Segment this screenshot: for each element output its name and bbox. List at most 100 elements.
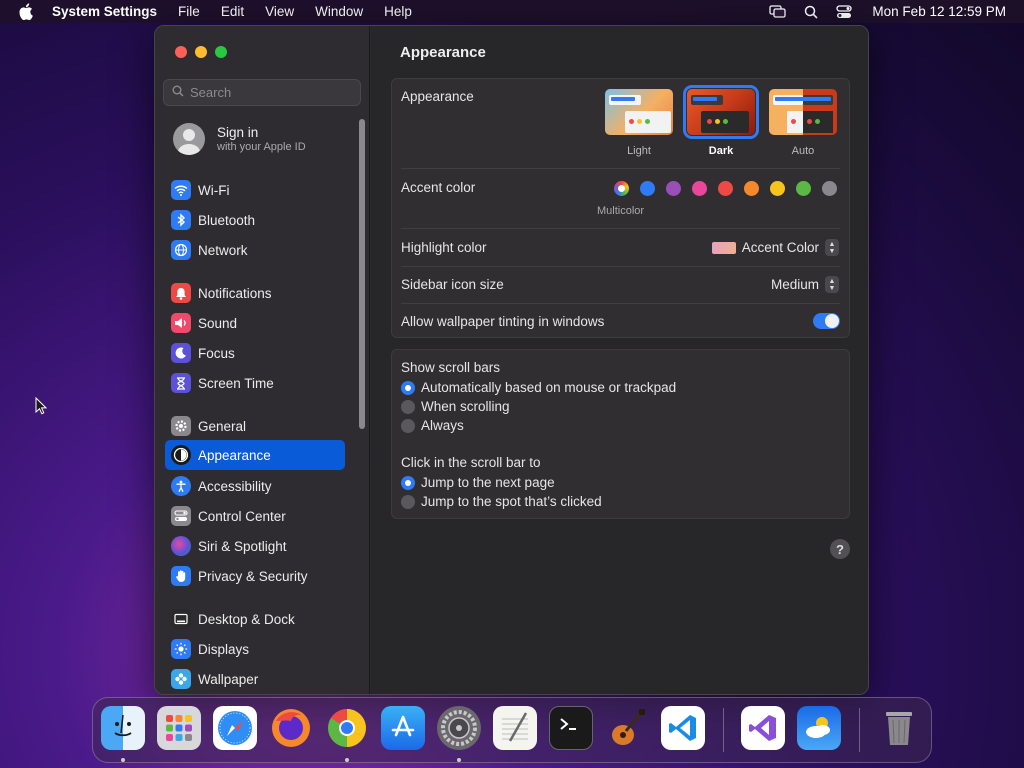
vscode-icon[interactable] [661, 706, 705, 750]
garageband-icon[interactable] [605, 706, 649, 750]
accessibility-icon [171, 476, 191, 496]
scroll-bars-panel: Show scroll bars Automatically based on … [391, 349, 850, 519]
help-button[interactable]: ? [830, 539, 850, 559]
apple-id-signin[interactable]: Sign in with your Apple ID [173, 123, 306, 155]
scrollbar-option-automatic[interactable]: Automatically based on mouse or trackpad [401, 380, 676, 395]
firefox-icon[interactable] [269, 706, 313, 750]
sidebar-item-control-center[interactable]: Control Center [165, 502, 345, 530]
accent-red[interactable] [718, 181, 733, 196]
launchpad-icon[interactable] [157, 706, 201, 750]
sidebar-item-screen-time[interactable]: Screen Time [165, 369, 345, 397]
system-settings-window: Sign in with your Apple ID Wi-Fi Bluetoo… [154, 25, 869, 695]
sidebar-scrollbar[interactable] [359, 119, 365, 429]
click-scroll-bar-label: Click in the scroll bar to [401, 455, 541, 470]
menu-help[interactable]: Help [384, 4, 412, 19]
screen-mirroring-icon[interactable] [769, 4, 787, 19]
textedit-icon[interactable] [493, 706, 537, 750]
menu-app-name[interactable]: System Settings [52, 4, 157, 19]
running-indicator [457, 758, 461, 762]
sidebar-item-desktop-dock[interactable]: Desktop & Dock [165, 605, 345, 633]
mode-dark[interactable]: Dark [683, 85, 759, 157]
highlight-color-label: Highlight color [401, 240, 487, 255]
minimize-button[interactable] [195, 46, 207, 58]
system-settings-icon[interactable] [437, 706, 481, 750]
wallpaper-tinting-toggle[interactable] [813, 313, 840, 329]
accent-blue[interactable] [640, 181, 655, 196]
terminal-icon[interactable] [549, 706, 593, 750]
sidebar-item-wifi[interactable]: Wi-Fi [165, 176, 345, 204]
control-center-icon[interactable] [836, 4, 853, 19]
close-button[interactable] [175, 46, 187, 58]
sidebar-item-siri-spotlight[interactable]: Siri & Spotlight [165, 532, 345, 560]
sidebar-item-label: Focus [198, 345, 235, 361]
sidebar-item-wallpaper[interactable]: Wallpaper [165, 665, 345, 693]
hourglass-icon [171, 373, 191, 393]
weather-icon[interactable] [797, 706, 841, 750]
finder-icon[interactable] [101, 706, 145, 750]
radio-button[interactable] [401, 494, 415, 509]
dock [92, 697, 932, 763]
sidebar-item-label: Sound [198, 315, 238, 331]
mode-light[interactable]: Light [603, 89, 675, 157]
appearance-label: Appearance [401, 89, 474, 104]
highlight-swatch [711, 241, 736, 254]
highlight-color-popup[interactable]: Accent Color ▲ ▼ [711, 239, 839, 256]
sidebar-item-displays[interactable]: Displays [165, 635, 345, 663]
sidebar-item-label: Screen Time [198, 375, 274, 391]
speaker-icon [171, 313, 191, 333]
accent-orange[interactable] [744, 181, 759, 196]
accent-pink[interactable] [692, 181, 707, 196]
sidebar-item-sound[interactable]: Sound [165, 309, 345, 337]
accent-yellow[interactable] [770, 181, 785, 196]
menu-file[interactable]: File [178, 4, 200, 19]
menu-bar: System Settings File Edit View Window He… [0, 0, 1024, 23]
search-field[interactable] [163, 79, 361, 106]
apple-icon[interactable] [18, 3, 38, 20]
dock-separator [723, 708, 724, 752]
divider [401, 168, 840, 169]
sidebar-item-bluetooth[interactable]: Bluetooth [165, 206, 345, 234]
accent-multicolor[interactable] [614, 181, 629, 196]
safari-icon[interactable] [213, 706, 257, 750]
radio-button[interactable] [401, 380, 415, 395]
click-option-spot-clicked[interactable]: Jump to the spot that’s clicked [401, 494, 602, 509]
visual-studio-icon[interactable] [741, 706, 785, 750]
sidebar-icon-size-popup[interactable]: Medium ▲ ▼ [771, 276, 839, 293]
sidebar-item-notifications[interactable]: Notifications [165, 279, 345, 307]
menu-window[interactable]: Window [315, 4, 363, 19]
gear-icon [171, 416, 191, 436]
zoom-button[interactable] [215, 46, 227, 58]
sidebar-item-label: Accessibility [198, 478, 272, 494]
signin-subtitle: with your Apple ID [217, 141, 306, 153]
menu-clock[interactable]: Mon Feb 12 12:59 PM [872, 4, 1006, 19]
accent-green[interactable] [796, 181, 811, 196]
mode-auto[interactable]: Auto [767, 89, 839, 157]
radio-button[interactable] [401, 475, 415, 490]
accent-purple[interactable] [666, 181, 681, 196]
scrollbar-option-when-scrolling[interactable]: When scrolling [401, 399, 510, 414]
bluetooth-icon [171, 210, 191, 230]
sidebar-item-network[interactable]: Network [165, 236, 345, 264]
app-store-icon[interactable] [381, 706, 425, 750]
menu-edit[interactable]: Edit [221, 4, 244, 19]
click-option-next-page[interactable]: Jump to the next page [401, 475, 555, 490]
sidebar-item-focus[interactable]: Focus [165, 339, 345, 367]
chrome-icon[interactable] [325, 706, 369, 750]
trash-icon[interactable] [877, 706, 921, 750]
sidebar-item-label: Bluetooth [198, 212, 256, 228]
sidebar-item-label: Network [198, 242, 248, 258]
accent-graphite[interactable] [822, 181, 837, 196]
menu-view[interactable]: View [265, 4, 294, 19]
sidebar-item-accessibility[interactable]: Accessibility [165, 472, 345, 500]
sidebar-item-general[interactable]: General [165, 412, 345, 440]
search-icon[interactable] [804, 5, 818, 19]
sidebar-item-label: General [198, 418, 247, 434]
sidebar-item-appearance[interactable]: Appearance [165, 440, 345, 470]
radio-button[interactable] [401, 418, 415, 433]
radio-button[interactable] [401, 399, 415, 414]
sun-icon [171, 639, 191, 659]
sidebar-item-privacy-security[interactable]: Privacy & Security [165, 562, 345, 590]
search-input[interactable] [190, 85, 350, 100]
scrollbar-option-always[interactable]: Always [401, 418, 464, 433]
globe-icon [171, 240, 191, 260]
